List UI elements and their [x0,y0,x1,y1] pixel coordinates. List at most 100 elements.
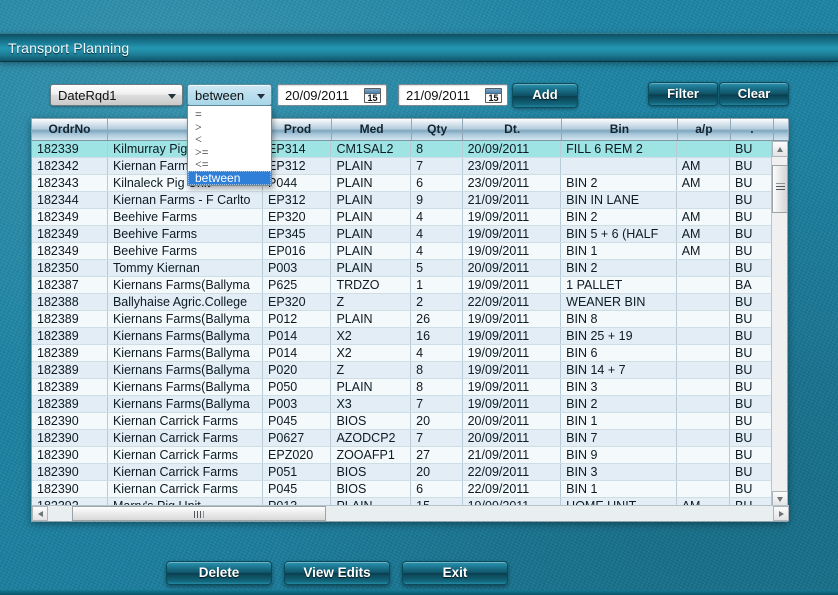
table-row[interactable]: 182342 Kiernan Farms EP312 PLAIN 7 23/09/2011… [32,158,773,175]
cell-name: Kiernan Carrick Farms [108,447,264,463]
date-from-input[interactable]: 20/09/2011 15 [277,84,387,106]
table-row[interactable]: 182344 Kiernan Farms - F Carlto EP312 PLAIN… [32,192,773,209]
cell-qty: 27 [411,447,463,463]
cell-bin [561,158,677,174]
chevron-down-icon [257,94,265,99]
cell-ap: AM [677,243,731,259]
table-row[interactable]: 182339 Kilmurray Pig Unit EP314 CM1SAL2 8 20/… [32,141,773,158]
table-row[interactable]: 182390 Kiernan Carrick Farms P0627 AZODCP2 7… [32,430,773,447]
add-button[interactable]: Add [512,83,578,108]
cell-ordrno: 182389 [32,328,108,344]
orders-grid: OrdrNoNameProdMedQtyDt.Bina/p. 182339Kil… [31,118,789,522]
table-row[interactable]: 182390 Kiernan Carrick Farms P045 BIOS 20 20/… [32,413,773,430]
cell-med: TRDZO [331,277,412,293]
grid-horizontal-scrollbar[interactable] [32,505,789,521]
table-row[interactable]: 182390 Kiernan Carrick Farms EPZ020 ZOOAFP1… [32,447,773,464]
cell-dt: 20/09/2011 [463,141,562,157]
grid-vertical-scrollbar[interactable] [771,141,788,507]
table-row[interactable]: 182349 Beehive Farms EP345 PLAIN 4 19/09/2011… [32,226,773,243]
scroll-grip-icon [776,186,785,187]
delete-button[interactable]: Delete [166,561,272,585]
table-row[interactable]: 182389 Kiernans Farms(Ballyma P014 X2 16 19/0… [32,328,773,345]
bottom-action-bar: Delete View Edits Exit [0,561,838,591]
table-row[interactable]: 182350 Tommy Kiernan P003 PLAIN 5 20/09/2011 B… [32,260,773,277]
table-row[interactable]: 182388 Ballyhaise Agric.College EP320 Z 2 22/… [32,294,773,311]
table-row[interactable]: 182387 Kiernans Farms(Ballyma P625 TRDZO 1 19… [32,277,773,294]
cell-name: Kiernan Carrick Farms [108,430,264,446]
table-row[interactable]: 182389 Kiernans Farms(Ballyma P003 X3 7 19/09… [32,396,773,413]
cell-dt: 19/09/2011 [463,396,562,412]
cell-qty: 4 [411,226,463,242]
scroll-right-button[interactable] [773,506,789,521]
table-row[interactable]: 182343 Kilnaleck Pig Unit P044 PLAIN 6 23/09/… [32,175,773,192]
scroll-up-button[interactable] [772,141,788,157]
grid-column-header-bin[interactable]: Bin [562,119,678,140]
grid-column-header-last[interactable]: . [731,119,774,140]
table-row[interactable]: 182349 Beehive Farms EP016 PLAIN 4 19/09/2011… [32,243,773,260]
grid-column-header-ordrno[interactable]: OrdrNo [32,119,108,140]
cell-ordrno: 182349 [32,209,108,225]
grid-header-corner [774,119,789,140]
cell-bin: BIN 5 + 6 (HALF [561,226,677,242]
cell-bin: BIN 3 [561,464,677,480]
cell-last: BU [730,175,773,191]
filter-field-select[interactable]: DateRqd1 [50,84,183,106]
cell-ordrno: 182389 [32,362,108,378]
table-row[interactable]: 182389 Kiernans Farms(Ballyma P012 PLAIN 26 1… [32,311,773,328]
date-to-value: 21/09/2011 [406,88,471,103]
grid-column-header-med[interactable]: Med [332,119,413,140]
cell-ap [677,464,731,480]
scroll-left-button[interactable] [32,506,48,521]
cell-qty: 2 [411,294,463,310]
cell-last: BU [730,430,773,446]
cell-last: BU [730,413,773,429]
filter-operator-select[interactable]: between [187,84,272,106]
grid-column-header-ap[interactable]: a/p [678,119,731,140]
calendar-icon[interactable]: 15 [364,88,381,103]
cell-bin: BIN 3 [561,379,677,395]
table-row[interactable]: 182390 Kiernan Carrick Farms P045 BIOS 6 22/0… [32,481,773,498]
cell-dt: 22/09/2011 [463,481,562,497]
cell-dt: 19/09/2011 [463,226,562,242]
cell-med: X2 [331,345,412,361]
cell-med: Z [331,294,412,310]
grid-header-row: OrdrNoNameProdMedQtyDt.Bina/p. [32,119,789,141]
grid-body[interactable]: 182339 Kilmurray Pig Unit EP314 CM1SAL2 8 20/… [32,141,773,507]
cell-ordrno: 182390 [32,430,108,446]
clear-button[interactable]: Clear [719,82,789,106]
operator-option[interactable]: <= [188,158,271,171]
cell-last: BU [730,226,773,242]
cell-med: PLAIN [331,226,412,242]
horizontal-scroll-thumb[interactable] [72,506,326,521]
cell-med: PLAIN [331,175,412,191]
operator-option[interactable]: = [188,108,271,121]
view-edits-button[interactable]: View Edits [284,561,390,585]
filter-operator-dropdown-list[interactable]: = > < >= <= between [187,106,272,186]
table-row[interactable]: 182389 Kiernans Farms(Ballyma P014 X2 4 19/09… [32,345,773,362]
cell-ordrno: 182390 [32,464,108,480]
calendar-icon[interactable]: 15 [485,88,502,103]
grid-column-header-dt[interactable]: Dt. [463,119,563,140]
cell-name: Kiernans Farms(Ballyma [108,328,264,344]
cell-dt: 19/09/2011 [463,379,562,395]
grid-column-header-qty[interactable]: Qty [412,119,464,140]
grid-column-header-prod[interactable]: Prod [264,119,333,140]
cell-bin: BIN 1 [561,243,677,259]
table-row[interactable]: 182349 Beehive Farms EP320 PLAIN 4 19/09/2011… [32,209,773,226]
cell-last: BU [730,447,773,463]
table-row[interactable]: 182389 Kiernans Farms(Ballyma P050 PLAIN 8 19… [32,379,773,396]
operator-option[interactable]: < [188,133,271,146]
table-row[interactable]: 182389 Kiernans Farms(Ballyma P020 Z 8 19/09/… [32,362,773,379]
transport-planning-window: Transport Planning DateRqd1 between = > < >… [0,0,838,595]
cell-qty: 6 [411,175,463,191]
operator-option[interactable]: between [188,170,271,185]
filter-button[interactable]: Filter [648,82,718,106]
cell-ap: AM [677,226,731,242]
exit-button[interactable]: Exit [402,561,508,585]
date-to-input[interactable]: 21/09/2011 15 [398,84,508,106]
vertical-scroll-thumb[interactable] [772,165,788,213]
table-row[interactable]: 182390 Kiernan Carrick Farms P051 BIOS 20 22/… [32,464,773,481]
cell-qty: 4 [411,209,463,225]
cell-med: BIOS [331,481,412,497]
filter-field-value: DateRqd1 [58,88,117,103]
